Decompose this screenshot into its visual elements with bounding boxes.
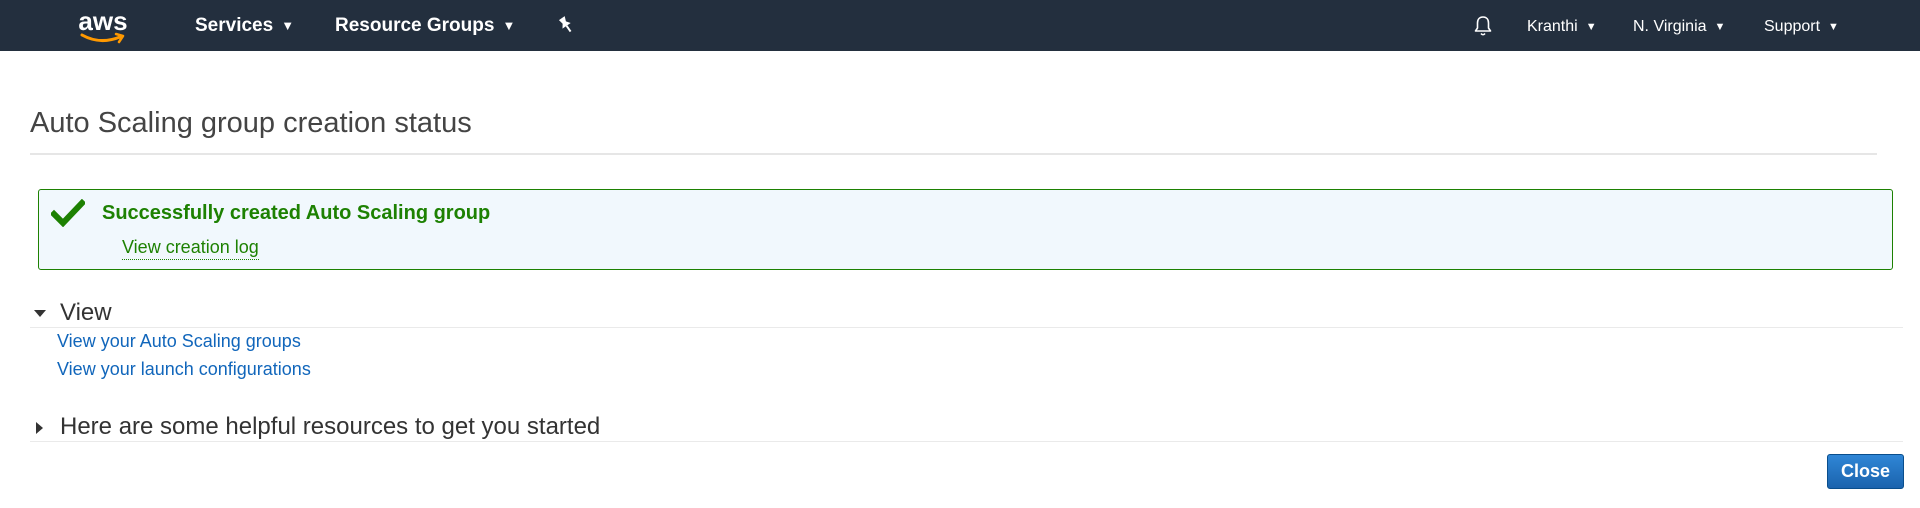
chevron-down-icon: ▼ <box>1828 21 1839 33</box>
services-label: Services <box>195 15 274 36</box>
region-label: N. Virginia <box>1633 18 1707 35</box>
services-menu[interactable]: Services ▼ <box>195 0 294 51</box>
chevron-down-icon: ▼ <box>1714 21 1726 33</box>
check-icon <box>51 199 85 227</box>
chevron-down-icon: ▼ <box>502 18 516 33</box>
resource-groups-menu[interactable]: Resource Groups ▼ <box>335 0 515 51</box>
title-divider <box>30 153 1877 155</box>
view-section-label: View <box>60 299 112 326</box>
top-navigation-bar: aws Services ▼ Resource Groups ▼ Kranthi ▼ … <box>0 0 1920 51</box>
support-label: Support <box>1764 18 1821 35</box>
page-title: Auto Scaling group creation status <box>30 107 472 139</box>
view-creation-log-link[interactable]: View creation log <box>122 237 259 260</box>
alert-title: Successfully created Auto Scaling group <box>102 202 491 224</box>
region-menu[interactable]: N. Virginia ▼ <box>1633 0 1725 51</box>
resources-section-label: Here are some helpful resources to get y… <box>60 413 601 440</box>
resource-groups-label: Resource Groups <box>335 15 495 36</box>
view-section-header[interactable]: View <box>30 299 1903 328</box>
user-menu[interactable]: Kranthi ▼ <box>1527 0 1597 51</box>
chevron-down-icon: ▼ <box>281 18 295 33</box>
resources-section-header[interactable]: Here are some helpful resources to get y… <box>30 413 1903 442</box>
bell-icon[interactable] <box>1471 14 1495 38</box>
user-label: Kranthi <box>1527 18 1578 35</box>
caret-down-icon <box>34 310 46 317</box>
pin-icon[interactable] <box>556 15 576 35</box>
close-button[interactable]: Close <box>1827 454 1904 489</box>
aws-logo[interactable]: aws <box>76 6 130 46</box>
view-launch-configurations-link[interactable]: View your launch configurations <box>57 359 311 380</box>
view-auto-scaling-groups-link[interactable]: View your Auto Scaling groups <box>57 331 301 352</box>
caret-right-icon <box>36 422 43 434</box>
smile-arrow-icon <box>80 32 125 44</box>
success-alert: Successfully created Auto Scaling group … <box>38 189 1893 270</box>
support-menu[interactable]: Support ▼ <box>1764 0 1839 51</box>
chevron-down-icon: ▼ <box>1585 21 1597 33</box>
